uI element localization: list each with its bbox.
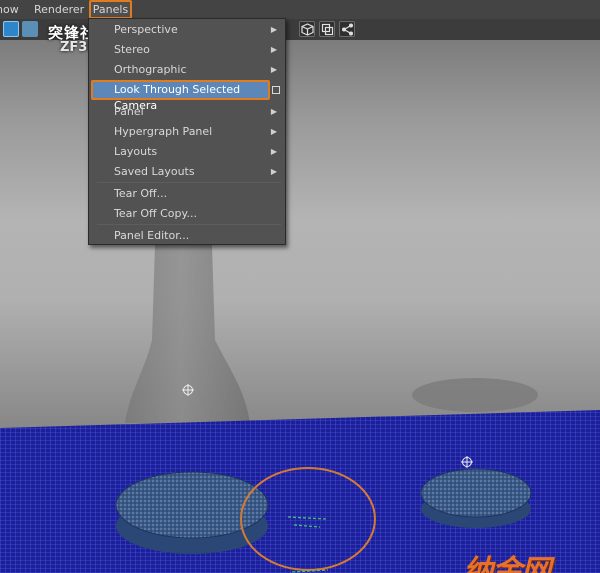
menu-item-label: Orthographic (114, 63, 187, 76)
rock-left-top (115, 471, 269, 539)
menu-separator (97, 182, 281, 183)
maya-select-icon[interactable] (3, 21, 19, 37)
menu-item-label: Panel Editor... (114, 229, 190, 242)
watermark-bottom: 纳金网 (463, 554, 551, 573)
submenu-arrow-icon: ▶ (270, 147, 277, 156)
menu-item-label: Hypergraph Panel (114, 125, 213, 138)
submenu-arrow-icon: ▶ (270, 45, 277, 54)
menu-item-tear-off-copy[interactable]: Tear Off Copy... (89, 204, 285, 224)
submenu-arrow-icon: ▶ (270, 25, 277, 34)
menu-item-tear-off[interactable]: Tear Off... (89, 184, 285, 204)
background-dish (412, 378, 538, 412)
menu-item-label: Saved Layouts (114, 165, 195, 178)
camera-icon[interactable] (22, 21, 38, 37)
menu-item-hypergraph-panel[interactable]: Hypergraph Panel ▶ (89, 122, 285, 142)
menu-separator (97, 224, 281, 225)
menu-bar: how Renderer Panels (0, 0, 600, 19)
option-box-icon[interactable] (272, 86, 280, 94)
menu-item-label: Panel (114, 105, 144, 118)
menu-item-label: Tear Off... (114, 187, 168, 200)
submenu-arrow-icon: ▶ (270, 65, 277, 74)
menu-item-stereo[interactable]: Stereo ▶ (89, 40, 285, 60)
share-icon[interactable] (339, 21, 355, 37)
submenu-arrow-icon: ▶ (270, 167, 277, 176)
background-bottle (125, 245, 250, 423)
menu-item-label: Layouts (114, 145, 158, 158)
menu-renderer[interactable]: Renderer (34, 0, 84, 19)
copy-icon[interactable] (319, 21, 335, 37)
menu-item-panel-editor[interactable]: Panel Editor... (89, 226, 285, 246)
submenu-arrow-icon: ▶ (270, 127, 277, 136)
menu-panels[interactable]: Panels (89, 0, 132, 19)
menu-show[interactable]: how (0, 0, 19, 19)
cube-icon[interactable] (299, 21, 315, 37)
menu-item-orthographic[interactable]: Orthographic ▶ (89, 60, 285, 80)
menu-item-look-through-selected-camera[interactable]: Look Through Selected Camera (91, 80, 270, 112)
menu-item-layouts[interactable]: Layouts ▶ (89, 142, 285, 162)
menu-item-label: Stereo (114, 43, 150, 56)
menu-item-label: Perspective (114, 23, 178, 36)
submenu-arrow-icon: ▶ (270, 107, 277, 116)
menu-item-perspective[interactable]: Perspective ▶ (89, 20, 285, 40)
menu-item-label: Tear Off Copy... (114, 207, 197, 220)
panels-dropdown-menu: Perspective ▶ Stereo ▶ Orthographic ▶ Lo… (88, 18, 286, 245)
rock-right-top (420, 468, 532, 518)
menu-item-panel[interactable]: Panel ▶ (89, 102, 285, 122)
menu-item-saved-layouts[interactable]: Saved Layouts ▶ (89, 162, 285, 182)
